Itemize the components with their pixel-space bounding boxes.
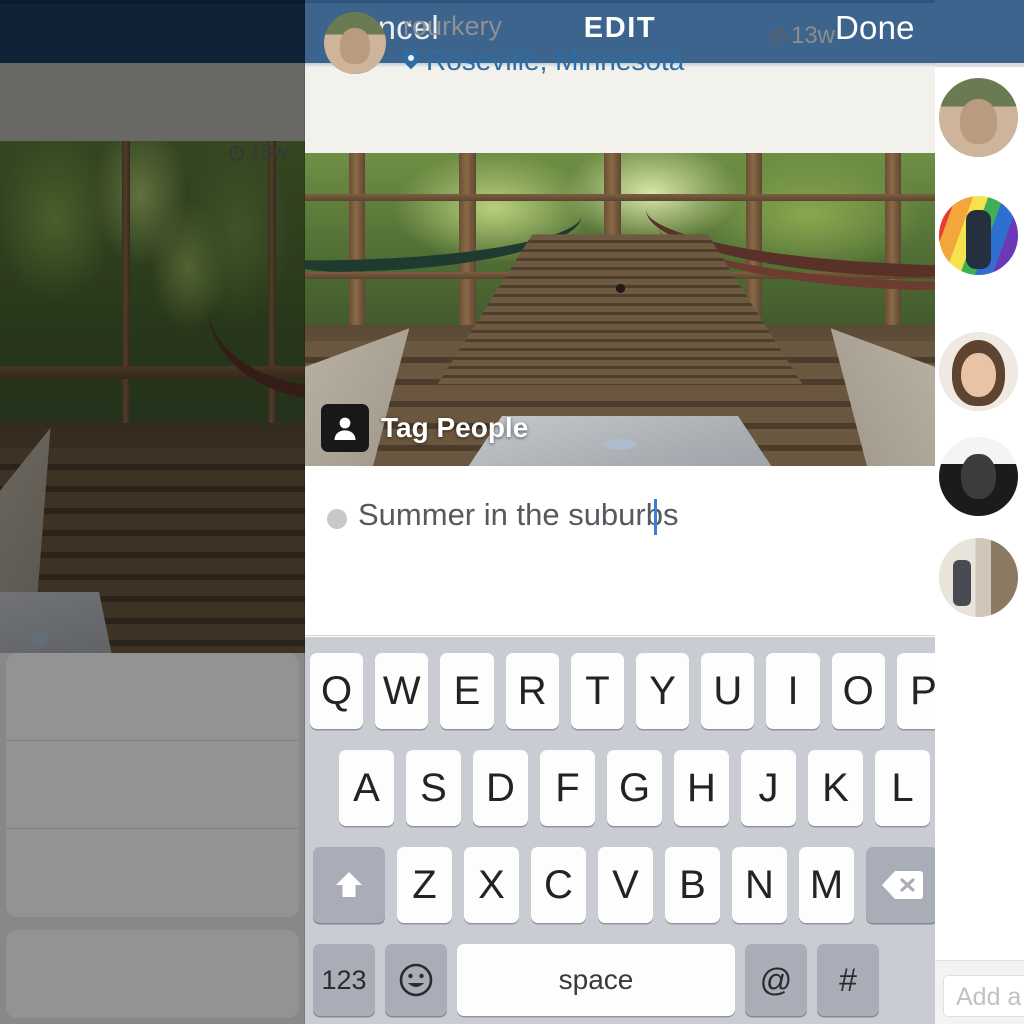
on-screen-keyboard[interactable]: QWERTYUIOP ASDFGHJKL ZXCVBNM 123 space @… [305, 637, 935, 1024]
key-n[interactable]: N [732, 847, 787, 923]
left-post-photo [0, 141, 305, 653]
background-screen-right: Add a comment... [935, 0, 1024, 1024]
action-sheet-item-edit[interactable]: dit [6, 741, 299, 829]
key-l[interactable]: L [875, 750, 930, 826]
screenshot-root: 13w esota ete dit are ncel [0, 0, 1024, 1024]
avatar-man-glasses[interactable] [939, 78, 1018, 157]
avatar-colorful-flag[interactable] [939, 196, 1018, 275]
backspace-icon[interactable] [866, 847, 935, 923]
key-t[interactable]: T [570, 653, 625, 729]
action-sheet-item-share[interactable]: are [6, 829, 299, 917]
keyboard-row-2: ASDFGHJKL [339, 750, 935, 826]
action-sheet-group-main[interactable]: ete dit are [6, 653, 299, 917]
emoji-smiley-icon[interactable] [385, 944, 447, 1016]
key-y[interactable]: Y [636, 653, 690, 729]
person-tag-icon [321, 404, 369, 452]
avatar-woman-curly-hair[interactable] [939, 332, 1018, 411]
post-meta-row [305, 67, 935, 153]
add-comment-bar[interactable]: Add a comment... [935, 960, 1024, 1024]
caption-field[interactable]: Summer in the suburbs [305, 466, 935, 636]
left-navbar-topline [0, 0, 305, 4]
key-p[interactable]: P [896, 653, 935, 729]
keyboard-row-1: QWERTYUIOP [310, 653, 935, 729]
key-o[interactable]: O [831, 653, 885, 729]
tag-people-label: Tag People [381, 412, 529, 443]
shift-arrow-icon[interactable] [313, 847, 385, 923]
avatar[interactable] [324, 12, 386, 74]
numbers-key[interactable]: 123 [313, 944, 375, 1016]
location-pin-icon [403, 50, 419, 72]
post-timestamp: 13w [770, 22, 835, 50]
clock-icon [229, 145, 245, 161]
key-f[interactable]: F [540, 750, 595, 826]
action-sheet-item-delete[interactable]: ete [6, 653, 299, 741]
key-i[interactable]: I [766, 653, 820, 729]
key-g[interactable]: G [607, 750, 662, 826]
clock-icon [770, 28, 786, 44]
hash-key[interactable]: # [817, 944, 879, 1016]
tag-people-button[interactable]: Tag People [321, 404, 528, 452]
avatar-man-standing[interactable] [939, 538, 1018, 617]
at-key[interactable]: @ [745, 944, 807, 1016]
key-z[interactable]: Z [397, 847, 452, 923]
action-sheet-item-cancel[interactable]: ncel [6, 930, 299, 1018]
left-action-sheet[interactable]: ete dit are ncel [0, 653, 305, 1024]
timestamp-text: 13w [790, 22, 835, 49]
comment-placeholder: Add a comment... [956, 983, 1024, 1011]
post-photo[interactable]: Tag People [305, 153, 935, 466]
key-u[interactable]: U [701, 653, 755, 729]
comment-dot-icon [327, 509, 347, 529]
avatar-bw-portrait[interactable] [939, 437, 1018, 516]
keyboard-row-3: ZXCVBNM [313, 847, 935, 923]
location-label[interactable]: Roseville, Minnesota [403, 45, 684, 77]
left-navbar [0, 0, 305, 63]
right-navbar [935, 0, 1024, 63]
edit-post-screen: Cancel EDIT Done rourkery Roseville, Min… [305, 0, 935, 1024]
key-e[interactable]: E [440, 653, 494, 729]
key-w[interactable]: W [375, 653, 429, 729]
key-x[interactable]: X [464, 847, 519, 923]
text-caret [654, 499, 657, 535]
key-k[interactable]: K [808, 750, 863, 826]
right-navbar-shadow [935, 63, 1024, 67]
left-timestamp: 13w [229, 141, 288, 165]
key-a[interactable]: A [339, 750, 394, 826]
space-key[interactable]: space [457, 944, 735, 1016]
comment-input[interactable]: Add a comment... [943, 975, 1024, 1017]
key-r[interactable]: R [505, 653, 559, 729]
keyboard-row-4: 123 space @ # [313, 944, 935, 1016]
left-post-meta: 13w [0, 63, 305, 164]
key-h[interactable]: H [674, 750, 729, 826]
background-screen-left: 13w esota ete dit are ncel [0, 0, 305, 1024]
done-button[interactable]: Done [835, 9, 915, 47]
key-c[interactable]: C [531, 847, 586, 923]
key-j[interactable]: J [741, 750, 796, 826]
action-sheet-group-cancel[interactable]: ncel [6, 930, 299, 1018]
key-b[interactable]: B [665, 847, 720, 923]
left-timestamp-text: 13w [249, 141, 288, 164]
key-s[interactable]: S [406, 750, 461, 826]
key-v[interactable]: V [598, 847, 653, 923]
key-q[interactable]: Q [310, 653, 364, 729]
caption-input[interactable]: Summer in the suburbs [358, 497, 678, 533]
location-text: Roseville, Minnesota [426, 45, 685, 76]
keyboard-row-3-letters: ZXCVBNM [397, 847, 854, 923]
key-d[interactable]: D [473, 750, 528, 826]
key-m[interactable]: M [799, 847, 854, 923]
username-label[interactable]: rourkery [403, 11, 502, 42]
navbar-top-edge [305, 0, 935, 3]
